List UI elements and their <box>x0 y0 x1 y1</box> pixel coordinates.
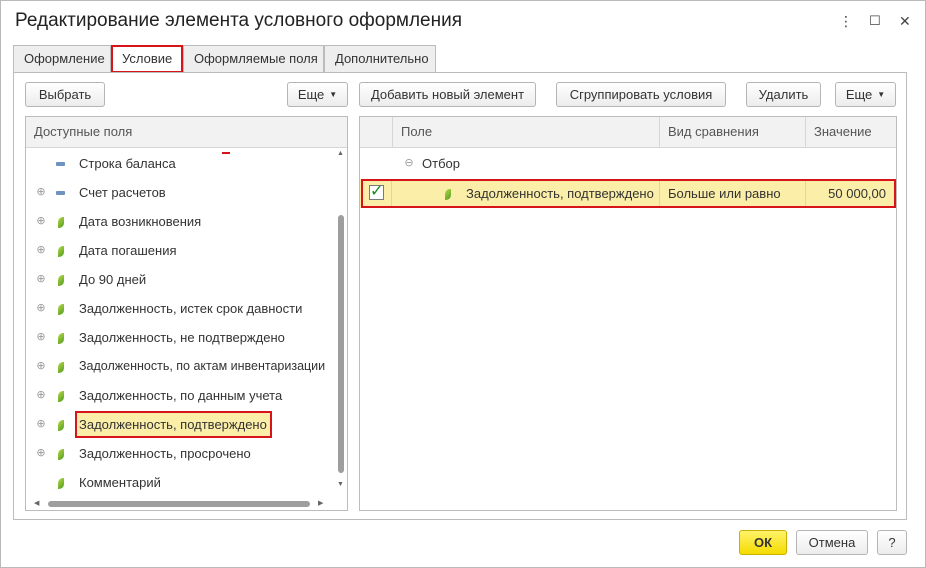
horizontal-scrollbar[interactable]: ◀ ▶ <box>26 497 336 510</box>
tree-item-label: Задолженность, истек срок давности <box>79 301 303 316</box>
tree-item-label: Задолженность, подтверждено <box>79 417 267 432</box>
column-field[interactable]: Поле <box>393 117 432 148</box>
leaf-icon <box>58 333 64 344</box>
tree-item[interactable]: Комментарий <box>26 468 336 497</box>
tree-item[interactable]: ⊕ До 90 дней <box>26 265 336 294</box>
tree-item-label: Строка баланса <box>79 156 176 171</box>
tree-item-label: Задолженность, по данным учета <box>79 388 283 403</box>
available-fields-title: Доступные поля <box>34 124 133 139</box>
help-button[interactable]: ? <box>877 530 907 555</box>
scroll-up-icon[interactable]: ▲ <box>337 150 344 157</box>
close-icon[interactable]: ✕ <box>899 13 911 29</box>
tree-item-label: До 90 дней <box>79 272 147 287</box>
group-row[interactable]: ⊖ Отбор <box>360 149 896 178</box>
scroll-left-icon[interactable]: ◀ <box>34 499 39 507</box>
delete-button[interactable]: Удалить <box>746 82 821 107</box>
tree-item[interactable]: ⊕ Счет расчетов <box>26 178 336 207</box>
leaf-icon <box>58 478 64 489</box>
tree-item[interactable]: ⊕ Задолженность, просрочено <box>26 439 336 468</box>
tab-appearance[interactable]: Оформление <box>13 45 111 72</box>
tree-item-label: Задолженность, по актам инвентаризации <box>79 359 326 373</box>
tab-condition[interactable]: Условие <box>111 45 183 73</box>
conditions-header: Поле Вид сравнения Значение <box>360 117 896 148</box>
ok-button[interactable]: ОК <box>739 530 787 555</box>
tree-item-label: Задолженность, просрочено <box>79 446 251 461</box>
more-options-icon[interactable]: ⋮ <box>839 13 853 29</box>
leaf-icon <box>58 304 64 315</box>
expand-icon[interactable]: ⊕ <box>35 439 47 468</box>
tree-item-label: Дата возникновения <box>79 214 202 229</box>
condition-highlight-box <box>361 179 896 208</box>
chevron-down-icon: ▼ <box>877 90 886 99</box>
expand-icon[interactable]: ⊕ <box>35 207 47 236</box>
group-label: Отбор <box>422 156 460 171</box>
tree-item[interactable]: ⊕ Дата возникновения <box>26 207 336 236</box>
tab-additional[interactable]: Дополнительно <box>324 45 436 72</box>
dash-icon <box>56 162 65 166</box>
expand-icon[interactable]: ⊕ <box>35 265 47 294</box>
tree-item-label: Дата погашения <box>79 243 177 258</box>
leaf-icon <box>58 217 64 228</box>
tree-item[interactable]: ⊕ Задолженность, по данным учета <box>26 381 336 410</box>
right-more-button[interactable]: Еще ▼ <box>835 82 896 107</box>
red-mark <box>222 152 230 154</box>
expand-icon[interactable]: ⊕ <box>35 323 47 352</box>
dialog-window: Редактирование элемента условного оформл… <box>0 0 926 568</box>
left-more-label: Еще <box>297 87 325 102</box>
leaf-icon <box>58 449 64 460</box>
conditions-table[interactable]: Поле Вид сравнения Значение ⊖ Отбор ✓ За… <box>359 116 897 511</box>
condition-pane: Выбрать Еще ▼ Добавить новый элемент Сгру… <box>13 72 907 520</box>
tree-item[interactable]: ⊕ Задолженность, по актам инвентаризации <box>26 352 336 381</box>
leaf-icon <box>58 275 64 286</box>
tree-item-label: Задолженность, не подтверждено <box>79 330 285 345</box>
leaf-icon <box>58 391 64 402</box>
tree-item-selected[interactable]: ⊕ Задолженность, подтверждено <box>26 410 336 439</box>
leaf-icon <box>58 362 64 373</box>
tree-item[interactable]: ⊕ Задолженность, истек срок давности <box>26 294 336 323</box>
dash-icon <box>56 191 65 195</box>
chevron-down-icon: ▼ <box>329 90 338 99</box>
expand-icon[interactable]: ⊕ <box>35 381 47 410</box>
column-comparison[interactable]: Вид сравнения <box>660 117 759 148</box>
expand-icon[interactable]: ⊕ <box>35 410 47 439</box>
tree-item[interactable]: ⊕ Дата погашения <box>26 236 336 265</box>
tree-item[interactable]: ⊕ Задолженность, не подтверждено <box>26 323 336 352</box>
tab-formatted-fields[interactable]: Оформляемые поля <box>183 45 324 72</box>
collapse-icon[interactable]: ⊖ <box>403 149 415 178</box>
cancel-button[interactable]: Отмена <box>796 530 868 555</box>
scroll-right-icon[interactable]: ▶ <box>318 499 323 507</box>
dialog-title: Редактирование элемента условного оформл… <box>15 10 463 31</box>
available-fields-tree[interactable]: Доступные поля Строка баланса ⊕ Счет рас… <box>25 116 348 511</box>
leaf-icon <box>58 420 64 431</box>
maximize-icon[interactable]: ☐ <box>869 13 881 29</box>
tree-item[interactable]: Строка баланса <box>26 149 336 178</box>
expand-icon[interactable]: ⊕ <box>35 352 47 381</box>
left-more-button[interactable]: Еще ▼ <box>287 82 348 107</box>
expand-icon[interactable]: ⊕ <box>35 178 47 207</box>
scroll-down-icon[interactable]: ▼ <box>337 481 344 488</box>
scrollbar-thumb[interactable] <box>338 215 344 473</box>
column-value[interactable]: Значение <box>806 117 872 148</box>
vertical-scrollbar[interactable]: ▲ ▼ <box>335 148 347 510</box>
leaf-icon <box>58 246 64 257</box>
add-element-button[interactable]: Добавить новый элемент <box>359 82 536 107</box>
right-more-label: Еще <box>845 87 873 102</box>
choose-button[interactable]: Выбрать <box>25 82 105 107</box>
available-fields-header: Доступные поля <box>26 117 347 148</box>
h-scrollbar-thumb[interactable] <box>48 501 310 507</box>
group-conditions-button[interactable]: Сгруппировать условия <box>556 82 726 107</box>
expand-icon[interactable]: ⊕ <box>35 236 47 265</box>
expand-icon[interactable]: ⊕ <box>35 294 47 323</box>
tree-item-label: Комментарий <box>79 475 161 490</box>
tree-item-label: Счет расчетов <box>79 185 166 200</box>
